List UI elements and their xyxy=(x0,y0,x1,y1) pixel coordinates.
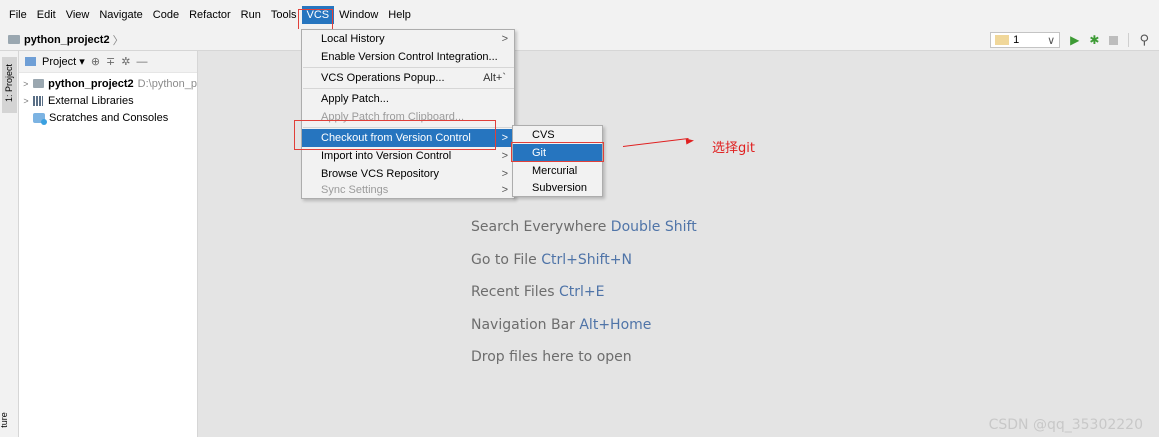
folder-icon xyxy=(32,79,45,88)
run-configuration-select[interactable]: 1 ∨ xyxy=(990,32,1061,48)
chevron-down-icon: ∨ xyxy=(1047,34,1056,47)
library-icon xyxy=(33,95,43,106)
checkout-submenu: CVS Git Mercurial Subversion xyxy=(512,125,603,197)
menu-window[interactable]: Window xyxy=(334,6,383,24)
annotation-text: 选择git xyxy=(712,141,755,156)
project-tool-tab[interactable]: 1: Project xyxy=(2,57,17,113)
hint-navigation-bar: Navigation Bar Alt+Home xyxy=(471,316,652,333)
debug-icon[interactable]: ✱ xyxy=(1089,33,1099,47)
run-configuration-label: 1 xyxy=(1013,34,1020,46)
editor-hints: Search Everywhere Double Shift Go to Fil… xyxy=(471,216,697,379)
tree-item-label: External Libraries xyxy=(48,94,134,107)
tree-item-path: D:\python_p xyxy=(137,77,197,90)
menu-item-enable-vci[interactable]: Enable Version Control Integration... xyxy=(302,48,514,66)
watermark: CSDN @qq_35302220 xyxy=(988,417,1143,433)
collapse-all-icon[interactable]: ∓ xyxy=(106,55,115,68)
tree-item-scratches[interactable]: Scratches and Consoles xyxy=(19,109,197,126)
project-tool-tab-label: 1: Project xyxy=(4,63,14,103)
navigation-bar: python_project2 〉 1 ∨ ▶ ✱ ⚲ xyxy=(0,29,1159,51)
menu-view[interactable]: View xyxy=(61,6,95,24)
locate-icon[interactable]: ⊕ xyxy=(91,55,100,68)
menu-edit[interactable]: Edit xyxy=(32,6,61,24)
menu-run[interactable]: Run xyxy=(236,6,266,24)
menu-item-apply-patch[interactable]: Apply Patch... xyxy=(302,90,514,108)
annotation-arrowhead xyxy=(685,137,695,145)
submenu-arrow-icon: > xyxy=(501,150,508,162)
menu-item-apply-patch-clipboard: Apply Patch from Clipboard... xyxy=(321,111,465,123)
submenu-arrow-icon: > xyxy=(501,132,508,144)
tree-item-label: python_project2 xyxy=(48,77,134,90)
menu-separator xyxy=(303,88,514,89)
python-config-icon xyxy=(995,35,1010,45)
menu-tools[interactable]: Tools xyxy=(266,6,302,24)
run-toolbar: 1 ∨ ▶ ✱ ⚲ xyxy=(990,29,1159,51)
structure-tool-tab[interactable]: ture xyxy=(0,411,17,429)
menu-code[interactable]: Code xyxy=(148,6,184,24)
expand-arrow-icon[interactable]: > xyxy=(19,96,33,106)
hint-drop-files: Drop files here to open xyxy=(471,349,632,365)
submenu-arrow-icon: > xyxy=(501,33,508,45)
tree-item-project[interactable]: > python_project2 D:\python_p xyxy=(19,75,197,92)
run-icon[interactable]: ▶ xyxy=(1070,33,1079,47)
tree-item-label: Scratches and Consoles xyxy=(49,111,169,124)
menu-item-import-vc[interactable]: Import into Version Control > xyxy=(302,147,514,165)
submenu-item-mercurial[interactable]: Mercurial xyxy=(513,162,602,180)
project-tree: > python_project2 D:\python_p > External… xyxy=(19,73,197,126)
menu-item-checkout-vc[interactable]: Checkout from Version Control > xyxy=(302,129,514,147)
menu-item-vcs-operations-popup[interactable]: VCS Operations Popup... Alt+` xyxy=(302,69,514,87)
gear-icon[interactable]: ✲ xyxy=(121,55,130,68)
breadcrumb-project[interactable]: python_project2 xyxy=(24,34,110,46)
menu-item-local-history[interactable]: Local History > xyxy=(302,30,514,48)
menu-help[interactable]: Help xyxy=(383,6,416,24)
left-tool-stripe: 1: Project ture xyxy=(0,51,19,437)
menu-navigate[interactable]: Navigate xyxy=(94,6,147,24)
project-view-select[interactable]: Project ▾ xyxy=(42,55,85,68)
menu-separator xyxy=(303,67,514,68)
menu-shortcut: Alt+` xyxy=(483,72,506,84)
vcs-menu: Local History > Enable Version Control In… xyxy=(301,29,515,199)
submenu-arrow-icon: > xyxy=(501,184,508,196)
project-panel-header: Project ▾ ⊕ ∓ ✲ — xyxy=(19,51,197,73)
search-icon[interactable]: ⚲ xyxy=(1139,32,1149,48)
stop-icon[interactable] xyxy=(1109,35,1119,45)
structure-tool-tab-label: ture xyxy=(0,412,9,428)
submenu-item-subversion[interactable]: Subversion xyxy=(513,179,602,197)
menu-refactor[interactable]: Refactor xyxy=(184,6,236,24)
folder-icon xyxy=(8,35,20,44)
submenu-item-git[interactable]: Git xyxy=(513,144,602,162)
hint-recent-files: Recent Files Ctrl+E xyxy=(471,284,605,300)
menu-separator xyxy=(303,127,514,128)
menu-vcs[interactable]: VCS xyxy=(301,5,335,24)
menu-bar: File Edit View Navigate Code Refactor Ru… xyxy=(0,0,1159,29)
hint-go-to-file: Go to File Ctrl+Shift+N xyxy=(471,251,632,268)
hint-search-everywhere: Search Everywhere Double Shift xyxy=(471,219,697,235)
menu-item-sync-settings: Sync Settings > xyxy=(302,181,514,199)
expand-arrow-icon[interactable]: > xyxy=(19,79,33,89)
chevron-right-icon: 〉 xyxy=(112,34,124,47)
hide-icon[interactable]: — xyxy=(136,56,147,68)
menu-file[interactable]: File xyxy=(4,6,32,24)
project-view-icon xyxy=(25,57,36,66)
toolbar-separator xyxy=(1128,33,1130,47)
tree-item-external-libraries[interactable]: > External Libraries xyxy=(19,92,197,109)
submenu-item-cvs[interactable]: CVS xyxy=(513,126,602,144)
scratches-icon xyxy=(33,112,47,125)
project-panel: Project ▾ ⊕ ∓ ✲ — > python_project2 D:\p… xyxy=(19,51,198,437)
